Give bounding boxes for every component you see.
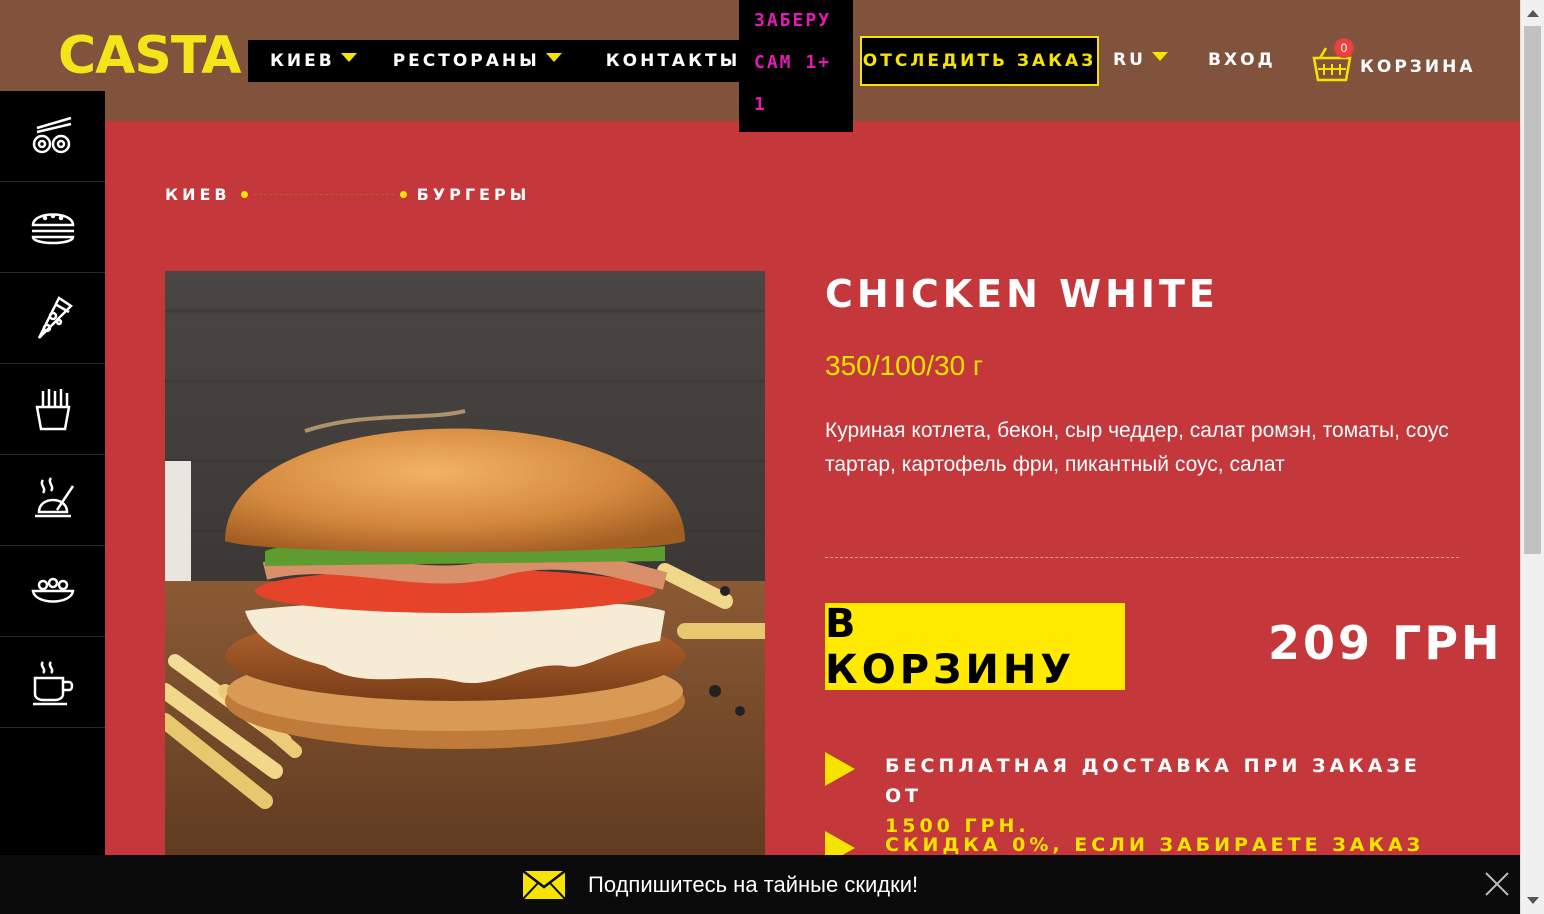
pickup-line: САМ 1+ xyxy=(754,52,832,73)
close-icon[interactable] xyxy=(1484,871,1510,897)
cart-label: КОРЗИНА xyxy=(1360,56,1476,77)
divider xyxy=(825,557,1459,558)
category-salads[interactable] xyxy=(0,546,105,637)
breadcrumb-current: БУРГЕРЫ xyxy=(416,185,531,204)
pickup-promo[interactable]: ЗАБЕРУ САМ 1+ 1 xyxy=(739,0,853,132)
subscribe-bar: Подпишитесь на тайные скидки! xyxy=(0,855,1520,914)
burger-icon xyxy=(31,213,74,245)
language-selector[interactable]: RU xyxy=(1113,50,1168,70)
chevron-down-icon xyxy=(1151,51,1168,61)
track-order-button[interactable]: ОТСЛЕДИТЬ ЗАКАЗ xyxy=(860,36,1099,86)
nav-restaurants-label: РЕСТОРАНЫ xyxy=(392,51,540,71)
pickup-line: 1 xyxy=(754,94,767,115)
product-price: 209 ГРН xyxy=(1268,616,1503,670)
product-description: Куриная котлета, бекон, сыр чеддер, сала… xyxy=(825,419,1449,476)
pizza-icon xyxy=(37,296,73,339)
nav-contacts-label: КОНТАКТЫ xyxy=(605,51,741,71)
scroll-up-icon[interactable] xyxy=(1527,10,1539,17)
chevron-down-icon xyxy=(340,52,357,62)
site-header: CASTA КИЕВ РЕСТОРАНЫ КОНТАКТЫ ЗАБЕРУ САМ… xyxy=(0,0,1520,132)
basket-icon: 0 xyxy=(1312,38,1354,89)
category-fries[interactable] xyxy=(0,364,105,455)
cart-button[interactable]: 0 КОРЗИНА xyxy=(1312,38,1476,89)
arrow-right-icon xyxy=(825,752,855,786)
category-hot-dishes[interactable] xyxy=(0,455,105,546)
page-scrollbar[interactable] xyxy=(1520,0,1544,914)
subscribe-text[interactable]: Подпишитесь на тайные скидки! xyxy=(588,872,918,898)
language-label: RU xyxy=(1113,50,1146,70)
product-title: CHICKEN WHITE xyxy=(825,272,1219,316)
category-drinks[interactable] xyxy=(0,637,105,728)
product-image xyxy=(165,271,765,871)
salad-icon xyxy=(31,577,74,603)
dish-icon xyxy=(34,477,74,518)
perk-text: БЕСПЛАТНАЯ ДОСТАВКА ПРИ ЗАКАЗЕ ОТ xyxy=(885,755,1421,807)
scroll-thumb[interactable] xyxy=(1524,26,1541,554)
chevron-down-icon xyxy=(545,52,562,62)
breadcrumb-dot xyxy=(399,191,407,198)
login-link[interactable]: ВХОД xyxy=(1208,50,1276,70)
scroll-down-icon[interactable] xyxy=(1527,897,1539,904)
logo[interactable]: CASTA xyxy=(58,26,242,86)
breadcrumb-dot xyxy=(240,191,248,198)
category-burgers[interactable] xyxy=(0,182,105,273)
envelope-icon xyxy=(522,869,566,900)
breadcrumb: КИЕВ БУРГЕРЫ xyxy=(165,185,530,204)
category-sidebar xyxy=(0,91,105,885)
coffee-icon xyxy=(32,661,73,706)
main-nav: КИЕВ РЕСТОРАНЫ КОНТАКТЫ xyxy=(248,40,763,82)
category-sushi[interactable] xyxy=(0,91,105,182)
nav-city-label: КИЕВ xyxy=(270,51,335,71)
add-to-cart-button[interactable]: В КОРЗИНУ xyxy=(825,601,1125,693)
perk-item: БЕСПЛАТНАЯ ДОСТАВКА ПРИ ЗАКАЗЕ ОТ 1500 Г… xyxy=(825,751,1445,841)
product-weight: 350/100/30 г xyxy=(825,350,984,381)
sushi-icon xyxy=(32,116,71,154)
nav-city[interactable]: КИЕВ xyxy=(270,51,357,71)
category-pizza[interactable] xyxy=(0,273,105,364)
cart-count-badge: 0 xyxy=(1334,38,1354,58)
pickup-line: ЗАБЕРУ xyxy=(754,10,832,31)
breadcrumb-home[interactable]: КИЕВ xyxy=(165,185,231,204)
fries-icon xyxy=(35,389,70,431)
breadcrumb-divider xyxy=(253,194,394,195)
nav-restaurants[interactable]: РЕСТОРАНЫ xyxy=(393,51,562,71)
